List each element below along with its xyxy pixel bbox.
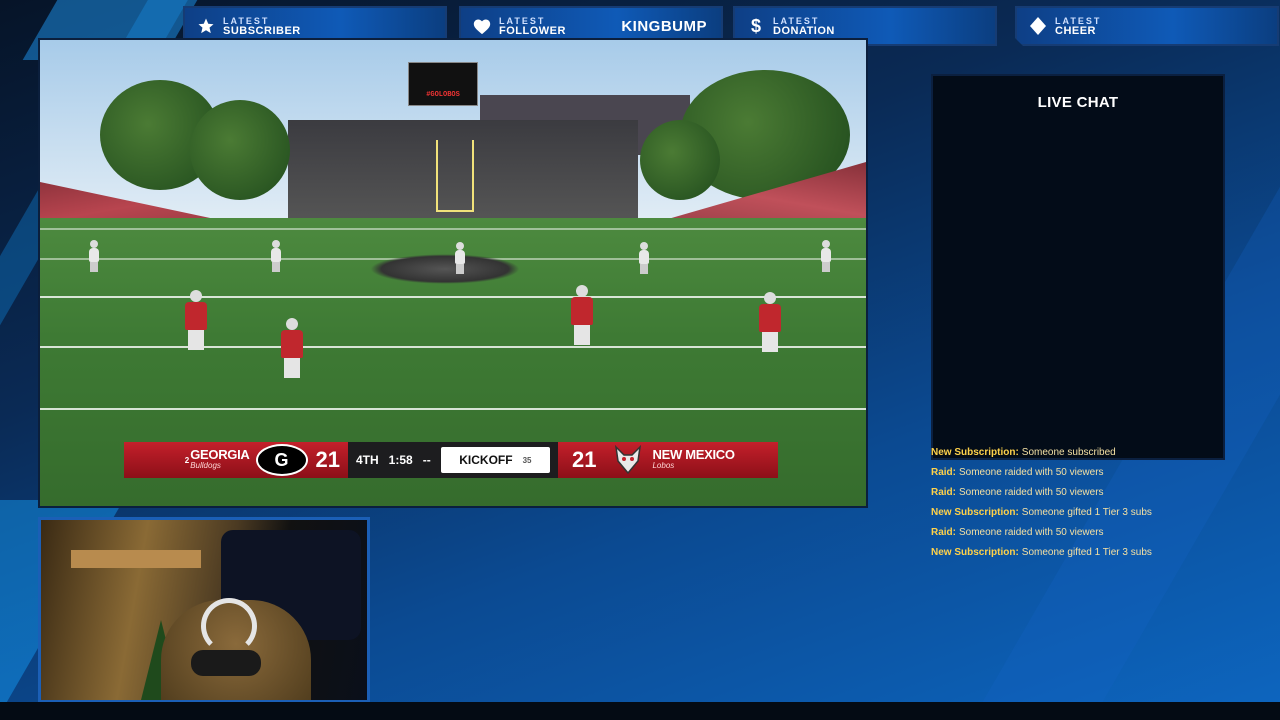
wall-shelf [71,550,201,568]
stadium-scoreboard: #GOLOBOS [408,62,478,106]
event-message: Someone gifted 1 Tier 3 subs [1021,507,1152,518]
event-type: New Subscription: [931,507,1019,518]
live-chat-panel[interactable]: LIVE CHAT [931,74,1225,460]
midfield-logo [370,254,520,284]
player [632,242,656,274]
dollar-icon: $ [750,15,761,36]
player [758,292,782,352]
headset [201,598,257,654]
event-line: Raid: Someone raided with 50 viewers [931,483,1261,503]
event-type: New Subscription: [931,447,1019,458]
star-icon [195,15,217,37]
game-clock: 1:58 [388,453,413,467]
bottom-bar [0,702,1280,720]
alert-label: SUBSCRIBER [223,25,301,37]
event-message: Someone raided with 50 viewers [959,527,1104,538]
away-score: 21 [572,447,597,472]
georgia-logo: G [255,444,308,476]
event-type: Raid: [931,467,956,478]
webcam-feed [38,517,370,703]
quarter: 4TH [356,453,379,467]
latest-cheer-bar: LATEST CHEER [1015,6,1279,46]
diamond-icon [1027,15,1049,37]
latest-follower-name: KINGBUMP [621,17,707,35]
game-clock-panel: 4TH 1:58 -- KICKOFF 35 [348,442,558,478]
tree [190,100,290,200]
home-team-name: GEORGIA [190,447,250,462]
event-line: New Subscription: Someone subscribed [931,443,1261,463]
away-team: 21 NEW MEXICO Lobos [558,442,778,478]
alert-label: DONATION [773,25,835,37]
home-team: 2 GEORGIA Bulldogs G 21 [124,442,348,478]
situation-box: KICKOFF 35 [440,447,550,473]
microphone [191,650,261,676]
away-team-name: NEW MEXICO [652,447,735,462]
event-feed: New Subscription: Someone subscribed Raid… [931,443,1261,563]
event-line: New Subscription: Someone gifted 1 Tier 3… [931,543,1261,563]
tree [640,120,720,200]
away-team-mascot: Lobos [652,461,675,470]
play-clock: 35 [522,455,532,465]
event-line: Raid: Someone raided with 50 viewers [931,523,1261,543]
game-capture: #GOLOBOS 2 GEORGIA Bulldogs G 21 4TH 1:5… [38,38,868,508]
event-message: Someone gifted 1 Tier 3 subs [1021,547,1152,558]
event-message: Someone raided with 50 viewers [959,467,1104,478]
down-distance: -- [422,453,431,467]
alert-label: CHEER [1055,25,1097,37]
event-message: Someone subscribed [1021,447,1116,458]
alert-label: FOLLOWER [499,25,566,37]
event-type: New Subscription: [931,547,1019,558]
event-line: New Subscription: Someone gifted 1 Tier 3… [931,503,1261,523]
player [184,290,208,350]
home-score: 21 [315,447,340,472]
chat-title: LIVE CHAT [1037,94,1119,111]
event-type: Raid: [931,527,956,538]
player [814,240,838,272]
player [264,240,288,272]
scorebug: 2 GEORGIA Bulldogs G 21 4TH 1:58 -- KICK… [124,442,784,478]
lobos-logo [610,444,646,476]
event-line: Raid: Someone raided with 50 viewers [931,463,1261,483]
player [82,240,106,272]
goalpost [436,140,474,212]
heart-icon [471,15,493,37]
stadium-board-text: #GOLOBOS [426,91,460,99]
player [448,242,472,274]
player [570,285,594,345]
kicker-player [280,318,304,378]
situation: KICKOFF [459,453,513,467]
event-message: Someone raided with 50 viewers [959,487,1104,498]
home-rank: 2 [184,455,190,465]
event-type: Raid: [931,487,956,498]
home-team-mascot: Bulldogs [190,461,221,470]
